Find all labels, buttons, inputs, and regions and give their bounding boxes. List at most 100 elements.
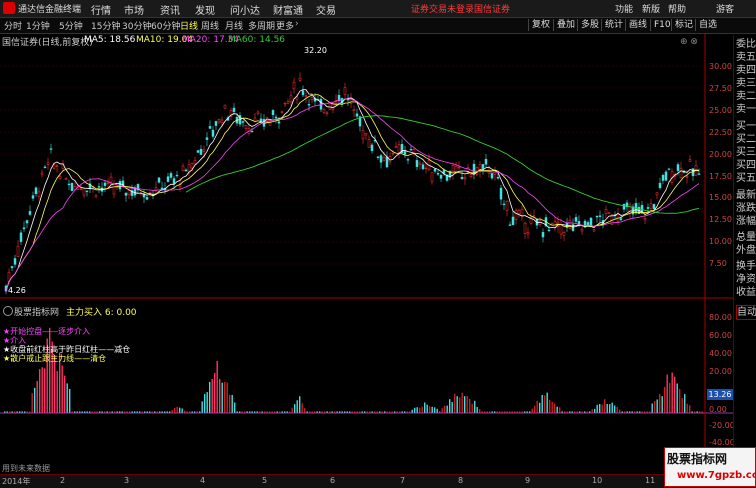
chart-controls-icon[interactable]: ⊕ ⊗	[680, 37, 698, 47]
indicator-bar	[431, 406, 433, 413]
period-multi[interactable]: 多周期	[248, 19, 275, 32]
indicator-name[interactable]: 股票指标网	[14, 305, 59, 318]
price-tick: 15.00	[709, 193, 732, 202]
restore-rights-button[interactable]: 复权	[528, 19, 553, 31]
mark-button[interactable]: 标记	[671, 19, 696, 31]
candle-body	[199, 149, 203, 155]
date-label: 3	[124, 476, 130, 485]
indicator-bar	[554, 403, 556, 413]
indicator-bars	[4, 327, 703, 413]
menu-discover[interactable]: 发现	[195, 2, 215, 17]
overlay-button[interactable]: 叠加	[553, 19, 578, 31]
candle-body	[403, 151, 407, 155]
menu-new-version[interactable]: 新版	[642, 2, 660, 15]
chart-gridlines	[0, 65, 705, 265]
kline-chart-area[interactable]	[0, 34, 733, 474]
candle-body	[679, 167, 683, 178]
auto-button[interactable]: 自动	[736, 305, 756, 320]
more-arrow-icon[interactable]: ›	[295, 19, 299, 29]
menu-market-quote[interactable]: 行情	[91, 2, 111, 17]
candle-body	[16, 246, 20, 257]
candle-body	[193, 160, 197, 165]
indicator-bar	[429, 406, 431, 413]
indicator-bar	[176, 406, 178, 413]
indicator-bar	[229, 394, 231, 413]
period-30min[interactable]: 30分钟	[122, 19, 151, 32]
indicator-bar	[539, 402, 541, 413]
statistics-button[interactable]: 统计	[601, 19, 626, 31]
ma10-line	[5, 94, 700, 292]
candle-body	[604, 209, 608, 214]
indicator-bar	[49, 327, 51, 413]
candle-body	[187, 164, 191, 173]
candle-body	[124, 192, 128, 196]
login-warning[interactable]: 证券交易未登录	[411, 2, 474, 15]
indicator-bar	[599, 403, 601, 413]
period-monthly[interactable]: 月线	[225, 19, 243, 32]
panel-label: 买四	[736, 160, 756, 171]
menu-wealth[interactable]: 财富通	[273, 2, 303, 17]
candle-body	[145, 197, 149, 200]
candle-body	[202, 149, 206, 152]
menu-guest[interactable]: 游客	[716, 2, 734, 15]
candle-body	[499, 187, 503, 200]
ma5-line	[5, 89, 700, 292]
indicator-settings-icon[interactable]	[3, 306, 13, 316]
candle-body	[259, 118, 263, 122]
add-watchlist-button[interactable]: 自选	[695, 19, 720, 31]
period-5min[interactable]: 5分钟	[59, 19, 83, 32]
indicator-bar	[546, 392, 548, 413]
indicator-bar	[686, 403, 688, 413]
candle-body	[220, 119, 224, 124]
indicator-bar	[681, 398, 683, 413]
indicator-bar	[181, 408, 183, 413]
menu-ask[interactable]: 问小达	[230, 2, 260, 17]
multi-stock-button[interactable]: 多股	[577, 19, 602, 31]
candle-body	[439, 174, 443, 179]
indicator-bar	[671, 372, 673, 413]
menu-trade[interactable]: 交易	[316, 2, 336, 17]
candle-body	[67, 183, 71, 186]
candle-body	[49, 148, 53, 150]
period-tick[interactable]: 分时	[4, 19, 22, 32]
period-1min[interactable]: 1分钟	[26, 19, 50, 32]
period-15min[interactable]: 15分钟	[91, 19, 120, 32]
candle-body	[367, 139, 371, 148]
period-daily[interactable]: 日线	[180, 19, 198, 32]
candle-body	[205, 137, 209, 140]
candle-body	[250, 130, 254, 133]
date-label: 4	[200, 476, 206, 485]
candle-body	[37, 191, 41, 197]
panel-label: 最新	[736, 190, 756, 201]
candle-body	[589, 217, 593, 227]
candle-body	[508, 224, 512, 226]
indicator-bar	[666, 374, 668, 413]
candle-body	[685, 176, 689, 178]
indicator-bar	[619, 409, 621, 413]
menu-help[interactable]: 帮助	[668, 2, 686, 15]
indicator-bar	[296, 400, 298, 413]
menu-market[interactable]: 市场	[124, 2, 144, 17]
menu-news[interactable]: 资讯	[160, 2, 180, 17]
candle-body	[658, 182, 662, 189]
period-60min[interactable]: 60分钟	[151, 19, 180, 32]
candle-body	[490, 173, 494, 179]
candle-body	[232, 107, 236, 112]
date-label: 5	[262, 476, 268, 485]
period-more[interactable]: 更多	[276, 19, 294, 32]
indicator-bar	[449, 399, 451, 413]
period-weekly[interactable]: 周线	[201, 19, 219, 32]
candle-body	[661, 174, 665, 181]
candle-body	[295, 96, 299, 100]
candle-body	[562, 231, 566, 236]
indicator-bar	[609, 404, 611, 413]
draw-line-button[interactable]: 画线	[625, 19, 650, 31]
indicator-bar	[426, 404, 428, 413]
indicator-bar	[54, 356, 56, 413]
candle-body	[391, 153, 395, 155]
candle-body	[379, 155, 383, 163]
panel-label: 外盘	[736, 245, 756, 256]
candle-body	[646, 207, 650, 209]
menu-function[interactable]: 功能	[615, 2, 633, 15]
candle-body	[85, 190, 89, 192]
